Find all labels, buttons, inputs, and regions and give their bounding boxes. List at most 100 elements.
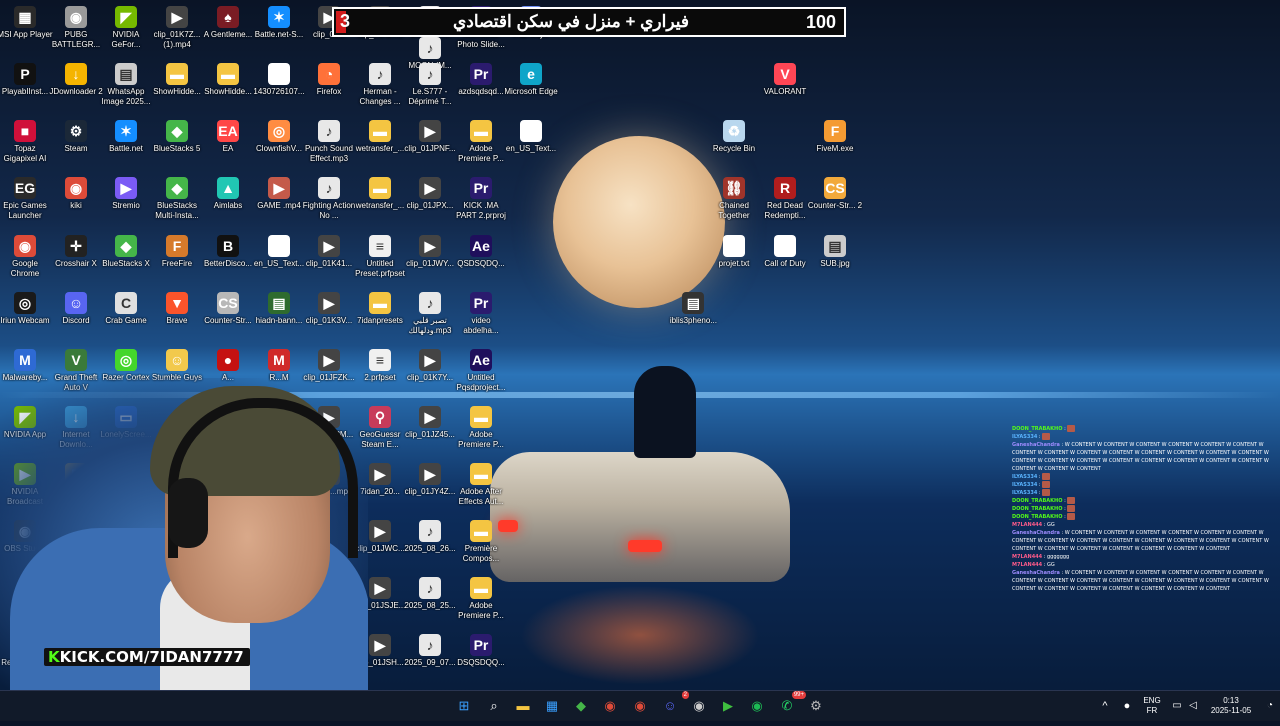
volume-icon[interactable]: ◁	[1186, 691, 1200, 721]
desktop-icon[interactable]: ♪ 2025_08_26...	[402, 520, 458, 577]
notification-bell-icon[interactable]: ◔	[1264, 691, 1276, 721]
desktop-icon[interactable]: EA EA	[200, 120, 256, 177]
chat-username[interactable]: M7LAN444	[1012, 554, 1042, 560]
desktop-icon[interactable]: ✶ Battle.net	[98, 120, 154, 177]
desktop-icon[interactable]: ♪ Le.S777 - Déprimé T...	[402, 63, 458, 120]
tray-chevron-icon[interactable]: ^	[1098, 691, 1112, 721]
chat-username[interactable]: DOON_TRABAKHO	[1012, 498, 1062, 504]
desktop-icon[interactable]: ◎ ClownfishV...	[251, 120, 307, 177]
chat-username[interactable]: DOON_TRABAKHO	[1012, 514, 1062, 520]
bluestacks-icon[interactable]: ◆	[570, 695, 592, 717]
desktop-icon[interactable]: ▬ 7idanpresets	[352, 292, 408, 349]
desktop-icon[interactable]: ▶ clip_01K7Y...	[402, 349, 458, 406]
desktop-icon[interactable]: Pr azdsqdsqd...	[453, 63, 509, 120]
chat-username[interactable]: ILYAS334	[1012, 474, 1037, 480]
desktop-icon[interactable]: ◆ BlueStacks 5	[149, 120, 205, 177]
desktop-icon[interactable]: ▼ Brave	[149, 292, 205, 349]
desktop-icon[interactable]: ▬ wetransfer_...	[352, 120, 408, 177]
desktop-icon[interactable]: ▬ Adobe Premiere P...	[453, 406, 509, 463]
chat-username[interactable]: GaneshaChandra	[1012, 530, 1060, 536]
desktop-icon[interactable]: ▤ SUB.jpg	[807, 235, 863, 292]
desktop-icon[interactable]: ♪ 2025_08_25...	[402, 577, 458, 634]
chat-username[interactable]: GaneshaChandra	[1012, 442, 1060, 448]
desktop-icon[interactable]: 1430726107...	[251, 63, 307, 120]
clock[interactable]: 0:13 2025-11-05	[1203, 691, 1259, 726]
language-indicator[interactable]: ENG FR	[1140, 691, 1164, 726]
desktop-icon[interactable]: R Red Dead Redempti...	[757, 177, 813, 234]
desktop-icon[interactable]: P PlayabIInst...	[0, 63, 53, 120]
desktop-icon[interactable]: ✶ Battle.net-S...	[251, 6, 307, 63]
desktop-icon[interactable]: CS Counter-Str... 2	[807, 177, 863, 234]
desktop-icon[interactable]: ↓ JDownloader 2	[48, 63, 104, 120]
desktop-icon[interactable]: ▬ Première Compos...	[453, 520, 509, 577]
desktop-icon[interactable]: ♠ A Gentleme...	[200, 6, 256, 63]
desktop-icon[interactable]: ▶ clip_01K7Z...(1).mp4	[149, 6, 205, 63]
desktop-icon[interactable]: V VALORANT	[757, 63, 813, 120]
desktop-icon[interactable]: ▬ ShowHidde...	[200, 63, 256, 120]
desktop-icon[interactable]: ▶ clip_01JY4Z...	[402, 463, 458, 520]
file-explorer-icon[interactable]: ▬	[512, 695, 534, 717]
desktop-icon[interactable]: ▬ wetransfer_...	[352, 177, 408, 234]
chat-username[interactable]: M7LAN444	[1012, 522, 1042, 528]
chat-username[interactable]: ILYAS334	[1012, 490, 1037, 496]
desktop-icon[interactable]: ◔ Firefox	[301, 63, 357, 120]
chat-username[interactable]: M7LAN444	[1012, 562, 1042, 568]
desktop-icon[interactable]: EG Epic Games Launcher	[0, 177, 53, 234]
desktop-icon[interactable]: ▶ clip_01JPX...	[402, 177, 458, 234]
discord-icon[interactable]: ☺ 2	[659, 691, 689, 717]
desktop-icon[interactable]: ☺ Discord	[48, 292, 104, 349]
network-icon[interactable]: ▭	[1170, 691, 1184, 721]
desktop-icon[interactable]: ▲ Aimlabs	[200, 177, 256, 234]
microphone-icon[interactable]: ●	[1120, 691, 1134, 721]
desktop-icon[interactable]: ▶ clip_01JZ45...	[402, 406, 458, 463]
desktop-icon[interactable]: ◉ kiki	[48, 177, 104, 234]
desktop-icon[interactable]: ⛓ Chained Together	[706, 177, 762, 234]
desktop-icon[interactable]: Ae Untitled Pqsdproject...	[453, 349, 509, 406]
desktop-icon[interactable]: ◤ NVIDIA GeFor...	[98, 6, 154, 63]
desktop-icon[interactable]: ■ Topaz Gigapixel AI	[0, 120, 53, 177]
desktop-icon[interactable]: ▬ Adobe After Effects Aut...	[453, 463, 509, 520]
desktop-icon[interactable]: ◉ Google Chrome	[0, 235, 53, 292]
desktop-icon[interactable]: F FiveM.exe	[807, 120, 863, 177]
desktop-icon[interactable]: ▶ GAME .mp4	[251, 177, 307, 234]
desktop-icon[interactable]: Pr video abdelha...	[453, 292, 509, 349]
desktop-icon[interactable]: F FreeFire	[149, 235, 205, 292]
desktop-icon[interactable]: CS Counter-Str...	[200, 292, 256, 349]
desktop-icon[interactable]: ♪ تصبر قلبي ودلهالك.mp3	[402, 292, 458, 349]
chat-username[interactable]: ILYAS334	[1012, 482, 1037, 488]
desktop-icon[interactable]: B BetterDisco...	[200, 235, 256, 292]
desktop-icon[interactable]: C Crab Game	[98, 292, 154, 349]
chat-username[interactable]: GaneshaChandra	[1012, 570, 1060, 576]
desktop-icon[interactable]: ▤ WhatsApp Image 2025...	[98, 63, 154, 120]
desktop-icon[interactable]: ◎ Iriun Webcam	[0, 292, 53, 349]
desktop-icon[interactable]: ▤ hiadn-bann...	[251, 292, 307, 349]
desktop-icon[interactable]: ▬ ShowHidde...	[149, 63, 205, 120]
desktop-icon[interactable]: ♪ Herman - Changes ...	[352, 63, 408, 120]
desktop-icon[interactable]: ▬ Adobe Premiere P...	[453, 577, 509, 634]
desktop-icon[interactable]: ▶ clip_01K41...	[301, 235, 357, 292]
desktop-icon[interactable]: e Microsoft Edge	[503, 63, 559, 120]
chat-username[interactable]: ILYAS334	[1012, 434, 1037, 440]
desktop-icon[interactable]: ◆ BlueStacks X	[98, 235, 154, 292]
chrome-profile-icon[interactable]: ◉	[629, 695, 651, 717]
desktop-icon[interactable]: en_US_Text...	[251, 235, 307, 292]
store-icon[interactable]: ▦	[541, 695, 563, 717]
desktop-icon[interactable]: ≡ Untitled Preset.prfpset	[352, 235, 408, 292]
desktop-icon[interactable]: ✛ Crosshair X	[48, 235, 104, 292]
desktop-icon[interactable]: ▬ Adobe Premiere P...	[453, 120, 509, 177]
desktop-icon[interactable]: Call of Duty	[757, 235, 813, 292]
desktop-icon[interactable]: Pr DSQSDQQ...	[453, 634, 509, 691]
obs-icon[interactable]: ◉	[688, 695, 710, 717]
desktop-icon[interactable]: ♪ Fighting Action No ...	[301, 177, 357, 234]
desktop-icon[interactable]: ◉ PUBG BATTLEGR...	[48, 6, 104, 63]
desktop-icon[interactable]: ⚙ Steam	[48, 120, 104, 177]
desktop-icon[interactable]: ▦ MSI App Player	[0, 6, 53, 63]
spotify-icon[interactable]: ◉	[746, 695, 768, 717]
desktop-icon[interactable]: ▶ Stremio	[98, 177, 154, 234]
desktop-icon[interactable]: ♪ Punch Sound Effect.mp3	[301, 120, 357, 177]
desktop-icon[interactable]: Pr KICK .MA PART 2.prproj	[453, 177, 509, 234]
start-icon[interactable]: ⊞	[453, 695, 475, 717]
chrome-icon[interactable]: ◉	[599, 695, 621, 717]
desktop-icon[interactable]: ▶ clip_01K3V...	[301, 292, 357, 349]
desktop-icon[interactable]: ♻ Recycle Bin	[706, 120, 762, 177]
